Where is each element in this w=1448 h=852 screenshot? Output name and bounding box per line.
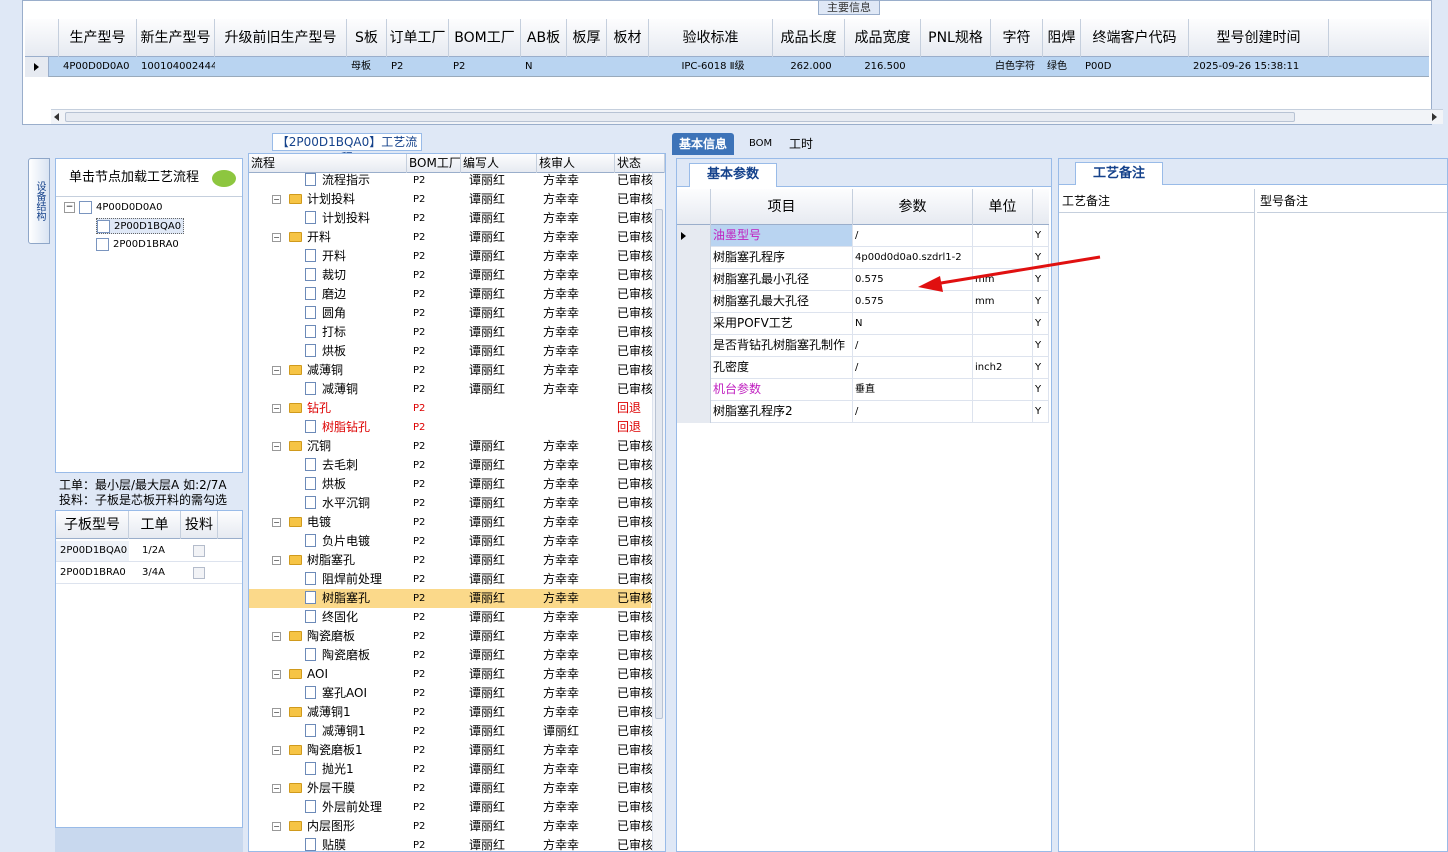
red-arrow-annotation bbox=[918, 255, 1101, 292]
app-window: 主要信息 生产型号 新生产型号 升级前旧生产型号 S板 订单工厂 BOM工厂 AB板 板厚 板材… bbox=[0, 0, 1448, 852]
